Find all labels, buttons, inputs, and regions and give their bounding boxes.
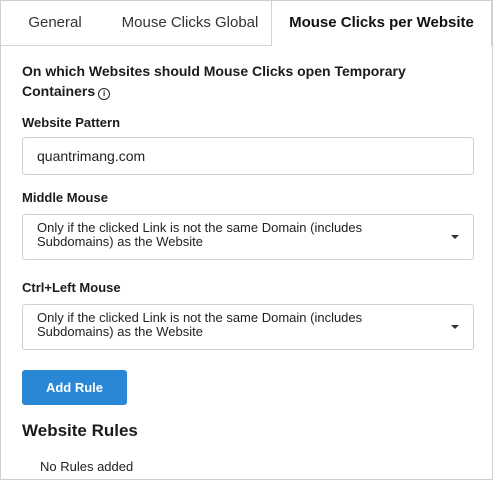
- no-rules-text: No Rules added: [40, 459, 134, 474]
- website-pattern-label: Website Pattern: [22, 115, 121, 130]
- tab-bar: General Mouse Clicks Global Mouse Clicks…: [1, 1, 492, 46]
- tab-mouse-clicks-per-website[interactable]: Mouse Clicks per Website: [271, 1, 492, 46]
- add-rule-button[interactable]: Add Rule: [22, 370, 127, 405]
- middle-mouse-select[interactable]: Only if the clicked Link is not the same…: [22, 214, 474, 260]
- tab-general[interactable]: General: [1, 1, 109, 45]
- chevron-down-icon: [451, 235, 459, 239]
- website-rules-title: Website Rules: [22, 421, 138, 440]
- tab-mouse-clicks-global[interactable]: Mouse Clicks Global: [109, 1, 271, 45]
- preferences-panel: General Mouse Clicks Global Mouse Clicks…: [0, 0, 493, 480]
- ctrl-left-mouse-select[interactable]: Only if the clicked Link is not the same…: [22, 304, 474, 350]
- middle-mouse-label: Middle Mouse: [22, 190, 108, 205]
- website-pattern-input[interactable]: quantrimang.com: [22, 137, 474, 175]
- section-heading: On which Websites should Mouse Clicks op…: [22, 61, 442, 101]
- info-icon[interactable]: i: [98, 88, 111, 100]
- ctrl-left-mouse-selected-value: Only if the clicked Link is not the same…: [37, 310, 363, 339]
- website-pattern-value: quantrimang.com: [37, 148, 146, 164]
- ctrl-left-mouse-label: Ctrl+Left Mouse: [22, 280, 121, 295]
- chevron-down-icon: [451, 325, 459, 329]
- middle-mouse-selected-value: Only if the clicked Link is not the same…: [37, 220, 363, 249]
- section-heading-text: On which Websites should Mouse Clicks op…: [22, 63, 406, 99]
